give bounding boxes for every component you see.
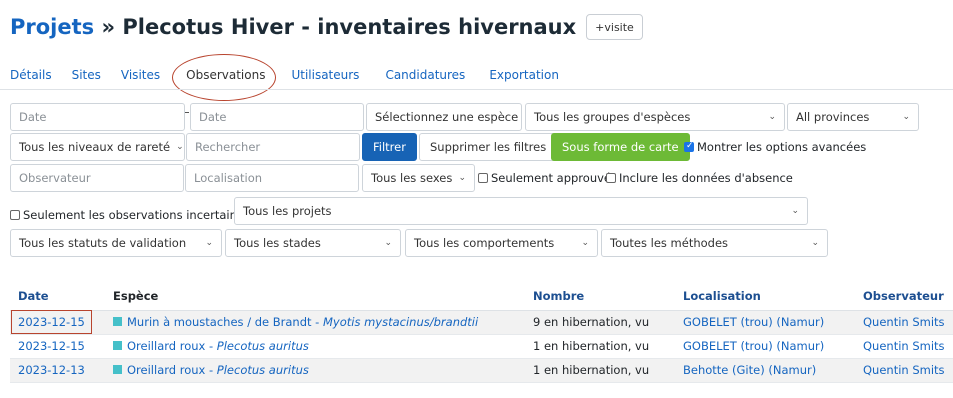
sex-label: Tous les sexes [371, 171, 453, 185]
species-color-square [113, 317, 122, 326]
column-header-location[interactable]: Localisation [675, 282, 855, 311]
project-tabs: Détails Sites Visites Observations Utili… [10, 54, 579, 101]
validation-status-select[interactable]: Tous les statuts de validation ⌄ [10, 229, 222, 257]
checkbox-icon [478, 173, 488, 183]
tab-sites[interactable]: Sites [72, 68, 101, 82]
filter-button[interactable]: Filtrer [362, 133, 417, 161]
table-header-row: Date Espèce Nombre Localisation Observat… [10, 282, 953, 311]
observation-date-link[interactable]: 2023-12-13 [18, 363, 85, 377]
species-common-name: Oreillard roux [127, 339, 206, 353]
column-header-number[interactable]: Nombre [525, 282, 675, 311]
advanced-options-label: Montrer les options avancées [697, 140, 867, 154]
observation-date-link[interactable]: 2023-12-15 [11, 310, 92, 334]
province-select[interactable]: All provinces ⌄ [787, 103, 919, 131]
table-row: 2023-12-13 Oreillard roux - Plecotus aur… [10, 358, 953, 383]
observation-number: 1 en hibernation, vu [525, 334, 675, 359]
location-link[interactable]: Behotte (Gite) (Namur) [683, 363, 816, 377]
date-from-input[interactable]: Date [10, 103, 185, 131]
observation-date-link[interactable]: 2023-12-15 [18, 339, 85, 353]
tab-details[interactable]: Détails [10, 68, 52, 82]
checkbox-icon [10, 210, 20, 220]
map-view-button[interactable]: Sous forme de carte [551, 133, 690, 161]
tab-users[interactable]: Utilisateurs [291, 68, 359, 82]
stage-select[interactable]: Tous les stades ⌄ [225, 229, 401, 257]
observation-number: 9 en hibernation, vu [525, 310, 675, 335]
species-color-square [113, 341, 122, 350]
checkbox-icon [606, 173, 616, 183]
species-group-label: Tous les groupes d'espèces [534, 110, 691, 124]
project-title: Plecotus Hiver - inventaires hivernaux [122, 15, 577, 39]
breadcrumb-projects-link[interactable]: Projets [10, 15, 94, 39]
species-link[interactable]: Oreillard roux - Plecotus auritus [127, 339, 309, 353]
species-color-square [113, 365, 122, 374]
species-common-name: Murin à moustaches / de Brandt [127, 315, 312, 329]
page-title: Projets » Plecotus Hiver - inventaires h… [10, 15, 576, 39]
only-uncertain-checkbox[interactable]: Seulement les observations incertaines [10, 208, 250, 222]
include-absence-label: Inclure les données d'absence [619, 171, 793, 185]
rarity-label: Tous les niveaux de rareté [19, 140, 171, 154]
chevron-down-icon: ⌄ [811, 238, 819, 248]
behaviour-select[interactable]: Tous les comportements ⌄ [405, 229, 598, 257]
observation-number: 1 en hibernation, vu [525, 358, 675, 383]
stage-label: Tous les stades [234, 236, 321, 250]
species-latin-name: Plecotus auritus [216, 363, 309, 377]
observer-link[interactable]: Quentin Smits [863, 363, 945, 377]
only-uncertain-label: Seulement les observations incertaines [23, 208, 250, 222]
method-select[interactable]: Toutes les méthodes ⌄ [601, 229, 828, 257]
sex-select[interactable]: Tous les sexes ⌄ [362, 164, 475, 192]
chevron-down-icon: ⌄ [384, 238, 392, 248]
chevron-down-icon: ⌄ [791, 206, 799, 216]
rarity-select[interactable]: Tous les niveaux de rareté ⌄ [10, 133, 185, 161]
behaviour-label: Tous les comportements [414, 236, 555, 250]
validation-status-label: Tous les statuts de validation [19, 236, 187, 250]
page-header: Projets » Plecotus Hiver - inventaires h… [10, 10, 643, 44]
project-label: Tous les projets [243, 204, 332, 218]
species-common-name: Oreillard roux [127, 363, 206, 377]
chevron-down-icon: ⌄ [581, 238, 589, 248]
species-group-select[interactable]: Tous les groupes d'espèces ⌄ [525, 103, 785, 131]
tab-applications[interactable]: Candidatures [385, 68, 465, 82]
breadcrumb-separator: » [94, 15, 123, 39]
method-label: Toutes les méthodes [610, 236, 729, 250]
chevron-down-icon: ⌄ [902, 112, 910, 122]
column-header-species: Espèce [105, 282, 525, 311]
tabs-divider [0, 89, 953, 90]
province-label: All provinces [796, 110, 870, 124]
chevron-down-icon: ⌄ [205, 238, 213, 248]
add-visit-button[interactable]: +visite [586, 14, 643, 40]
observer-link[interactable]: Quentin Smits [863, 315, 945, 329]
location-link[interactable]: GOBELET (trou) (Namur) [683, 315, 824, 329]
tab-export[interactable]: Exportation [489, 68, 559, 82]
table-row: 2023-12-15 Oreillard roux - Plecotus aur… [10, 334, 953, 359]
project-select[interactable]: Tous les projets ⌄ [234, 197, 808, 225]
species-link[interactable]: Oreillard roux - Plecotus auritus [127, 363, 309, 377]
observer-input[interactable]: Observateur [10, 164, 184, 192]
location-link[interactable]: GOBELET (trou) (Namur) [683, 339, 824, 353]
species-link[interactable]: Murin à moustaches / de Brandt - Myotis … [127, 315, 478, 329]
chevron-down-icon: ⌄ [458, 173, 466, 183]
chevron-down-icon: ⌄ [176, 142, 184, 152]
date-to-input[interactable]: Date [190, 103, 364, 131]
species-select[interactable]: Sélectionnez une espèce▾ [366, 103, 522, 131]
observations-table: Date Espèce Nombre Localisation Observat… [10, 282, 953, 383]
clear-filters-button[interactable]: Supprimer les filtres [419, 133, 558, 161]
search-input[interactable]: Rechercher [186, 133, 360, 161]
location-input[interactable]: Localisation [185, 164, 359, 192]
species-latin-name: Plecotus auritus [216, 339, 309, 353]
include-absence-checkbox[interactable]: Inclure les données d'absence [606, 171, 793, 185]
species-latin-name: Myotis mystacinus/brandtii [322, 315, 479, 329]
only-approved-label: Seulement approuvé [491, 171, 611, 185]
date-range-dash [185, 112, 189, 113]
species-select-label: Sélectionnez une espèce [375, 110, 519, 124]
tab-observations[interactable]: Observations [172, 54, 277, 101]
checkbox-checked-icon [684, 141, 694, 152]
column-header-date[interactable]: Date [10, 282, 105, 311]
only-approved-checkbox[interactable]: Seulement approuvé [478, 171, 611, 185]
observer-link[interactable]: Quentin Smits [863, 339, 945, 353]
column-header-observer[interactable]: Observateur [855, 282, 953, 311]
chevron-down-icon: ⌄ [768, 112, 776, 122]
table-row: 2023-12-15 Murin à moustaches / de Brand… [10, 310, 953, 335]
tab-visits[interactable]: Visites [121, 68, 160, 82]
advanced-options-checkbox[interactable]: Montrer les options avancées [684, 140, 866, 154]
